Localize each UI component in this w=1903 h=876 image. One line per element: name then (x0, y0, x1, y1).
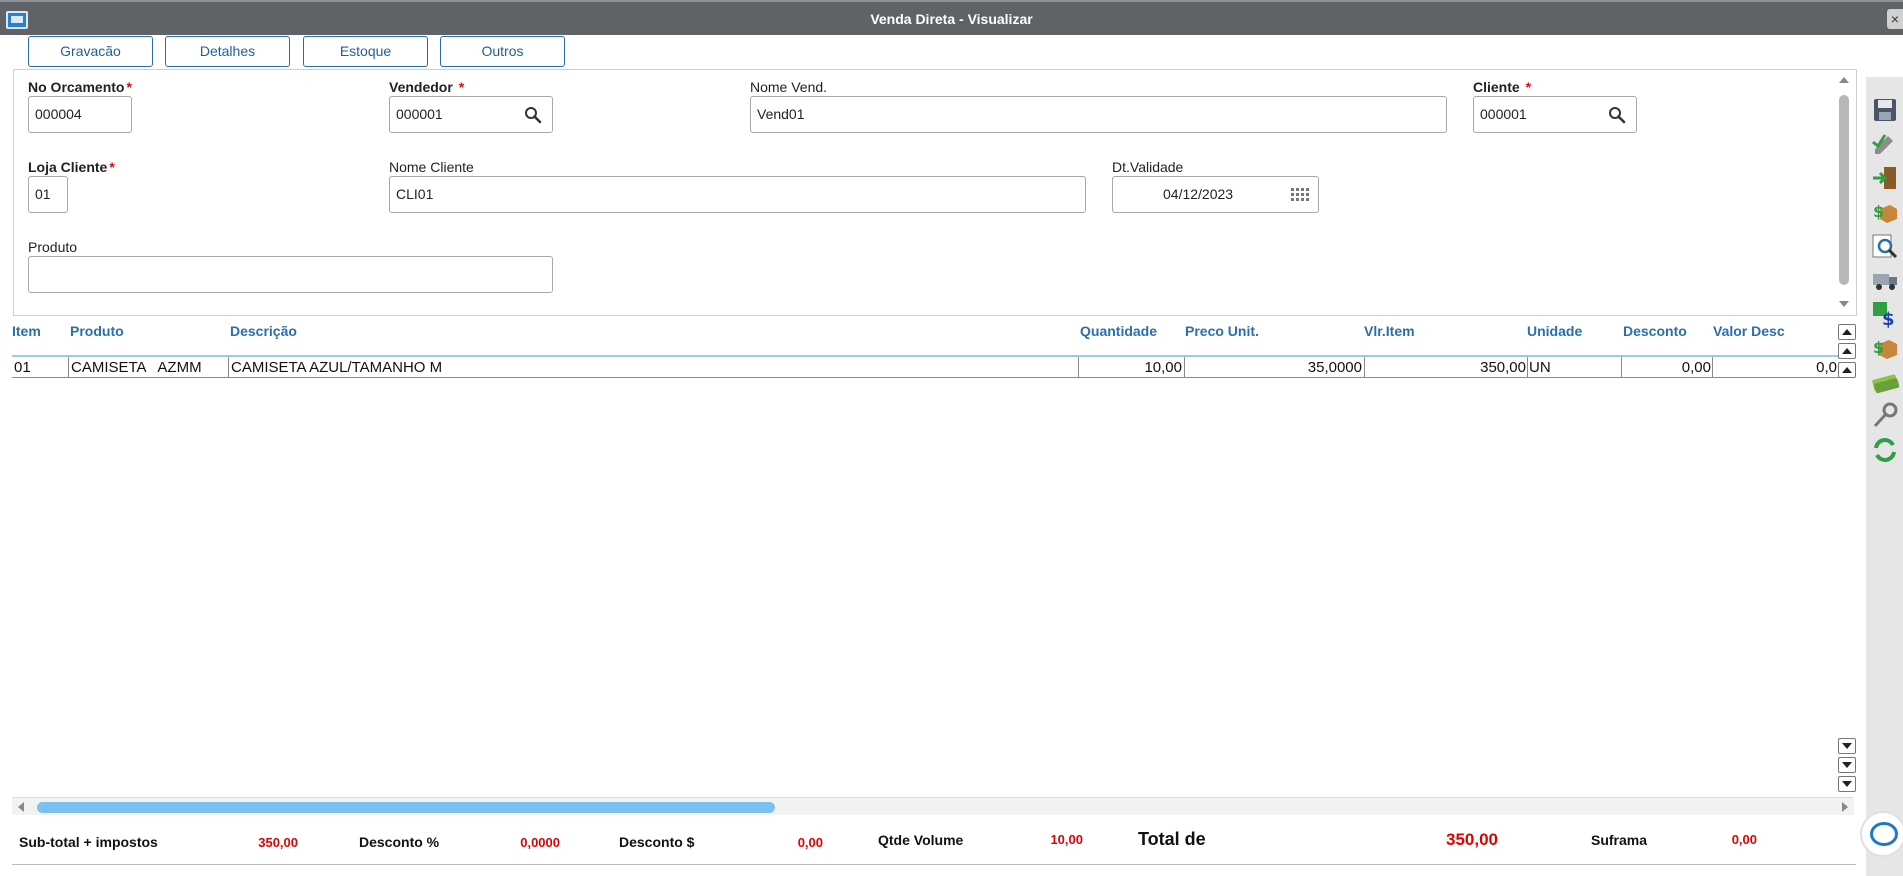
subtotal-value: 350,00 (258, 835, 298, 850)
required-mark: * (126, 79, 132, 95)
money-box-icon[interactable]: $ (1870, 197, 1900, 227)
nome-vend-field[interactable]: Vend01 (750, 96, 1447, 133)
box-money-icon[interactable]: $ (1870, 333, 1900, 363)
dt-validade-label: Dt.Validade (1112, 159, 1184, 175)
close-button[interactable]: × (1887, 9, 1903, 29)
cliente-value: 000001 (1480, 106, 1527, 122)
grid-down-button[interactable] (1838, 738, 1856, 754)
cliente-label: Cliente * (1473, 79, 1532, 95)
side-toolbar: $ $ $ (1866, 77, 1903, 876)
suframa-value: 0,00 (1731, 832, 1757, 847)
grid-first-button[interactable] (1838, 324, 1856, 340)
total-label: Total de (1138, 829, 1206, 849)
desconto-pct-value: 0,0000 (520, 835, 560, 850)
qtde-volume-label: Qtde Volume (878, 832, 964, 848)
col-preco-unit[interactable]: Preco Unit. (1185, 323, 1259, 339)
svg-text:$: $ (1873, 338, 1884, 357)
grid-page-up-button[interactable] (1838, 343, 1856, 359)
col-valor-desc[interactable]: Valor Desc (1713, 323, 1785, 339)
col-item[interactable]: Item (12, 323, 41, 339)
zoom-icon[interactable] (1870, 231, 1900, 261)
loja-cliente-field[interactable]: 01 (28, 176, 68, 213)
grid-last-button[interactable] (1838, 776, 1856, 792)
cell-vlr-item: 350,00 (1480, 359, 1526, 376)
required-mark: * (458, 79, 465, 95)
qtde-volume-value: 10,00 (1050, 832, 1083, 847)
vendedor-field[interactable]: 000001 (389, 96, 553, 133)
svg-text:$: $ (1873, 202, 1884, 221)
nome-vend-label: Nome Vend. (750, 79, 828, 95)
cliente-field[interactable]: 000001 (1473, 96, 1637, 133)
gravacao-button[interactable]: Gravacão (28, 36, 153, 67)
cell-unidade: UN (1529, 359, 1551, 376)
scroll-thumb[interactable] (37, 802, 775, 813)
exchange-icon[interactable]: $ (1870, 299, 1900, 330)
nome-cliente-field[interactable]: CLI01 (389, 176, 1086, 213)
detalhes-button[interactable]: Detalhes (165, 36, 290, 67)
required-mark: * (109, 159, 115, 175)
exit-icon[interactable] (1870, 163, 1900, 193)
grid-horizontal-scrollbar[interactable] (12, 797, 1854, 815)
no-orcamento-label: No Orcamento * (28, 79, 132, 95)
svg-text:$: $ (1882, 309, 1895, 329)
dt-validade-value: 04/12/2023 (1163, 186, 1234, 202)
cell-desconto: 0,00 (1681, 359, 1711, 376)
col-quantidade[interactable]: Quantidade (1080, 323, 1157, 339)
total-value: 350,00 (1446, 830, 1498, 849)
cell-valor-desc: 0,0 (1816, 359, 1837, 376)
outros-button[interactable]: Outros (440, 36, 565, 67)
vendedor-value: 000001 (396, 106, 443, 122)
app-window: Venda Direta - Visualizar × Gravacão Det… (0, 0, 1903, 876)
items-grid: Item Produto Descrição Quantidade Preco … (12, 319, 1839, 797)
col-unidade[interactable]: Unidade (1527, 323, 1582, 339)
key-icon[interactable] (1870, 401, 1900, 431)
search-icon[interactable] (524, 106, 542, 124)
window-title: Venda Direta - Visualizar (870, 11, 1033, 27)
cell-item: 01 (14, 359, 31, 376)
dt-validade-field[interactable]: 04/12/2023 (1112, 176, 1319, 213)
col-desconto[interactable]: Desconto (1623, 323, 1687, 339)
subtotal-label: Sub-total + impostos (19, 834, 158, 850)
search-icon[interactable] (1608, 106, 1626, 124)
loja-cliente-label: Loja Cliente * (28, 159, 115, 175)
no-orcamento-field[interactable]: 000004 (28, 96, 132, 133)
suframa-label: Suframa (1591, 832, 1648, 848)
cell-quantidade: 10,00 (1144, 359, 1182, 376)
scroll-thumb[interactable] (1839, 95, 1849, 285)
truck-icon[interactable] (1870, 265, 1900, 295)
calendar-icon[interactable] (1290, 187, 1310, 203)
grid-page-down-button[interactable] (1838, 757, 1856, 773)
grid-header: Item Produto Descrição Quantidade Preco … (12, 319, 1839, 357)
divider (12, 864, 1856, 865)
produto-label: Produto (28, 239, 78, 255)
title-bar: Venda Direta - Visualizar × (0, 0, 1903, 35)
scroll-down-icon[interactable] (1839, 301, 1849, 307)
col-descricao[interactable]: Descrição (230, 323, 297, 339)
col-vlr-item[interactable]: Vlr.Item (1364, 323, 1415, 339)
table-row[interactable]: 01 CAMISETA AZMM CAMISETA AZUL/TAMANHO M… (12, 357, 1839, 378)
required-mark: * (1525, 79, 1532, 95)
edit-icon[interactable] (1870, 129, 1900, 159)
desconto-val-value: 0,00 (797, 835, 823, 850)
save-icon[interactable] (1870, 95, 1900, 125)
desconto-val-label: Desconto $ (619, 834, 695, 850)
chat-help-button[interactable] (1860, 811, 1903, 857)
vendedor-label: Vendedor * (389, 79, 465, 95)
produto-field[interactable] (28, 256, 553, 293)
cell-descricao: CAMISETA AZUL/TAMANHO M (231, 359, 443, 376)
scroll-right-icon[interactable] (1842, 802, 1848, 812)
scroll-up-icon[interactable] (1839, 77, 1849, 83)
estoque-button[interactable]: Estoque (303, 36, 428, 67)
grid-up-button[interactable] (1838, 362, 1856, 378)
nome-cliente-label: Nome Cliente (389, 159, 474, 175)
desconto-pct-label: Desconto % (359, 834, 440, 850)
chat-icon (1870, 822, 1898, 846)
scroll-left-icon[interactable] (18, 802, 24, 812)
cash-icon[interactable] (1870, 367, 1900, 397)
cell-produto: CAMISETA AZMM (71, 359, 202, 376)
refresh-icon[interactable] (1870, 435, 1900, 465)
cell-preco-unit: 35,0000 (1307, 359, 1362, 376)
col-produto[interactable]: Produto (70, 323, 124, 339)
form-vertical-scrollbar[interactable] (1835, 73, 1853, 311)
